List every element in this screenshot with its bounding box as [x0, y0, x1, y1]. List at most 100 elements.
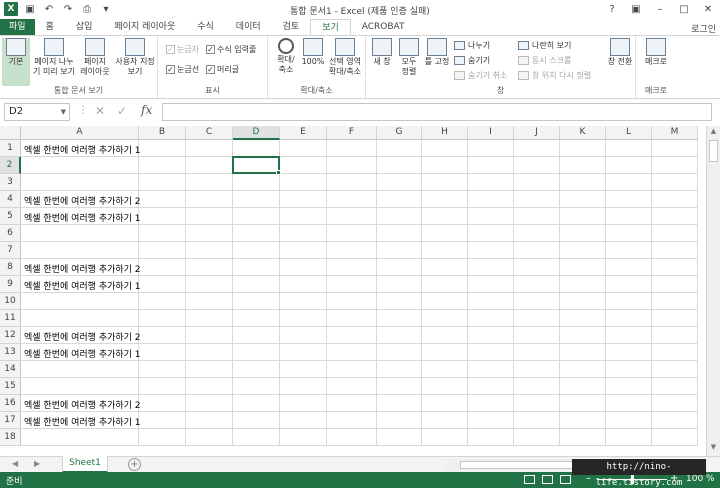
- scroll-up-icon[interactable]: ▲: [707, 127, 720, 139]
- gridlines-checkbox[interactable]: ✓ 눈금선: [166, 64, 199, 75]
- column-header-d[interactable]: D: [233, 126, 280, 140]
- row-header-6[interactable]: 6: [0, 225, 21, 242]
- close-button[interactable]: ✕: [696, 0, 720, 19]
- column-header-l[interactable]: L: [606, 126, 652, 140]
- tab-view[interactable]: 보기: [310, 18, 351, 37]
- insert-function-button[interactable]: fx: [141, 103, 152, 117]
- new-window-button[interactable]: 새 창: [369, 38, 395, 67]
- login-link[interactable]: 로그인: [691, 22, 716, 35]
- column-header-h[interactable]: H: [422, 126, 468, 140]
- arrange-all-button[interactable]: 모두 정렬: [396, 38, 422, 77]
- split-button[interactable]: 나누기: [454, 40, 490, 51]
- redo-icon[interactable]: ↷: [61, 2, 75, 16]
- name-box[interactable]: D2 ▼: [4, 103, 70, 121]
- row-header-13[interactable]: 13: [0, 344, 21, 361]
- zoom-100-button[interactable]: 100%: [301, 38, 325, 67]
- freeze-panes-button[interactable]: 틀 고정: [423, 38, 451, 67]
- column-header-a[interactable]: A: [21, 126, 139, 140]
- tab-formulas[interactable]: 수식: [186, 19, 225, 36]
- cell-a1[interactable]: 엑셀 한번에 여러행 추가하기 1: [24, 143, 141, 156]
- new-sheet-button[interactable]: +: [128, 458, 141, 471]
- macros-button[interactable]: 매크로: [641, 38, 671, 67]
- row-header-17[interactable]: 17: [0, 412, 21, 429]
- normal-view-status-icon[interactable]: [524, 475, 535, 484]
- cell-a8[interactable]: 엑셀 한번에 여러행 추가하기 2: [24, 262, 141, 275]
- next-sheet-icon[interactable]: ▶: [34, 459, 40, 468]
- active-cell[interactable]: [232, 156, 280, 174]
- tab-file[interactable]: 파일: [0, 19, 35, 36]
- maximize-button[interactable]: □: [672, 0, 696, 19]
- page-break-preview-button[interactable]: 페이지 나누 기 미리 보기: [31, 38, 77, 77]
- page-break-status-icon[interactable]: [560, 475, 571, 484]
- print-preview-icon[interactable]: ⎙: [80, 2, 94, 16]
- tab-acrobat[interactable]: ACROBAT: [351, 19, 416, 36]
- tab-review[interactable]: 검토: [272, 19, 311, 36]
- normal-view-button[interactable]: 기본: [2, 38, 30, 86]
- zoom-to-selection-button[interactable]: 선택 영역 확대/축소: [326, 38, 364, 77]
- ruler-checkbox[interactable]: ✓ 눈금자: [166, 44, 199, 55]
- ribbon-display-options-button[interactable]: ▣: [624, 0, 648, 19]
- row-header-10[interactable]: 10: [0, 293, 21, 310]
- column-header-j[interactable]: J: [514, 126, 560, 140]
- select-all-button[interactable]: [0, 126, 21, 140]
- tab-page-layout[interactable]: 페이지 레이아웃: [103, 19, 186, 36]
- page-layout-view-button[interactable]: 페이지 레이아웃: [78, 38, 112, 77]
- row-header-14[interactable]: 14: [0, 361, 21, 378]
- column-header-b[interactable]: B: [139, 126, 186, 140]
- switch-windows-button[interactable]: 창 전환: [606, 38, 634, 67]
- column-header-e[interactable]: E: [280, 126, 327, 140]
- column-header-c[interactable]: C: [186, 126, 233, 140]
- formula-bar-checkbox[interactable]: ✓ 수식 입력줄: [206, 44, 256, 55]
- tab-home[interactable]: 홈: [35, 19, 65, 36]
- reset-window-position-button[interactable]: 창 위치 다시 정렬: [518, 70, 591, 81]
- page-layout-status-icon[interactable]: [542, 475, 553, 484]
- column-header-f[interactable]: F: [327, 126, 377, 140]
- column-header-i[interactable]: I: [468, 126, 514, 140]
- cell-a13[interactable]: 엑셀 한번에 여러행 추가하기 1: [24, 347, 141, 360]
- row-header-18[interactable]: 18: [0, 429, 21, 446]
- column-header-g[interactable]: G: [377, 126, 422, 140]
- row-header-8[interactable]: 8: [0, 259, 21, 276]
- view-side-by-side-button[interactable]: 나란히 보기: [518, 40, 571, 51]
- customize-icon[interactable]: ▾: [99, 2, 113, 16]
- enter-entry-button[interactable]: ✓: [117, 104, 127, 118]
- unhide-button[interactable]: 숨기기 취소: [454, 70, 507, 81]
- row-header-5[interactable]: 5: [0, 208, 21, 225]
- cell-a12[interactable]: 엑셀 한번에 여러행 추가하기 2: [24, 330, 141, 343]
- custom-views-button[interactable]: 사용자 지정 보기: [113, 38, 157, 77]
- hide-button[interactable]: 숨기기: [454, 55, 490, 66]
- cell-a9[interactable]: 엑셀 한번에 여러행 추가하기 1: [24, 279, 141, 292]
- column-header-m[interactable]: M: [652, 126, 698, 140]
- row-header-1[interactable]: 1: [0, 140, 21, 157]
- row-header-4[interactable]: 4: [0, 191, 21, 208]
- column-header-k[interactable]: K: [560, 126, 606, 140]
- vertical-scroll-thumb[interactable]: [709, 140, 718, 162]
- zoom-level[interactable]: 100 %: [686, 474, 715, 484]
- cell-a17[interactable]: 엑셀 한번에 여러행 추가하기 1: [24, 415, 141, 428]
- save-icon[interactable]: ▣: [23, 2, 37, 16]
- row-header-16[interactable]: 16: [0, 395, 21, 412]
- row-header-11[interactable]: 11: [0, 310, 21, 327]
- name-box-dropdown-icon[interactable]: ▼: [61, 104, 66, 120]
- formula-input[interactable]: [162, 103, 712, 121]
- zoom-button[interactable]: 확대/ 축소: [271, 38, 301, 75]
- sheet-tab-sheet1[interactable]: Sheet1: [62, 456, 108, 473]
- fill-handle[interactable]: [276, 170, 281, 175]
- cell-a16[interactable]: 엑셀 한번에 여러행 추가하기 2: [24, 398, 141, 411]
- undo-icon[interactable]: ↶: [42, 2, 56, 16]
- headings-checkbox[interactable]: ✓ 머리글: [206, 64, 239, 75]
- tab-insert[interactable]: 삽입: [65, 19, 104, 36]
- row-header-9[interactable]: 9: [0, 276, 21, 293]
- minimize-button[interactable]: –: [648, 0, 672, 19]
- row-header-15[interactable]: 15: [0, 378, 21, 395]
- cell-a4[interactable]: 엑셀 한번에 여러행 추가하기 2: [24, 194, 141, 207]
- scroll-down-icon[interactable]: ▼: [707, 443, 720, 455]
- cancel-entry-button[interactable]: ✕: [95, 104, 105, 118]
- worksheet-grid[interactable]: ABCDEFGHIJKLM 1 2 3 4 5 6 7 8 9 10 11 12 13 14 15 16 17 1…: [0, 126, 706, 456]
- vertical-scrollbar[interactable]: ▲ ▼: [706, 126, 720, 456]
- cell-a5[interactable]: 엑셀 한번에 여러행 추가하기 1: [24, 211, 141, 224]
- synchronous-scrolling-button[interactable]: 동시 스크롤: [518, 55, 571, 66]
- row-header-12[interactable]: 12: [0, 327, 21, 344]
- row-header-3[interactable]: 3: [0, 174, 21, 191]
- previous-sheet-icon[interactable]: ◀: [12, 459, 18, 468]
